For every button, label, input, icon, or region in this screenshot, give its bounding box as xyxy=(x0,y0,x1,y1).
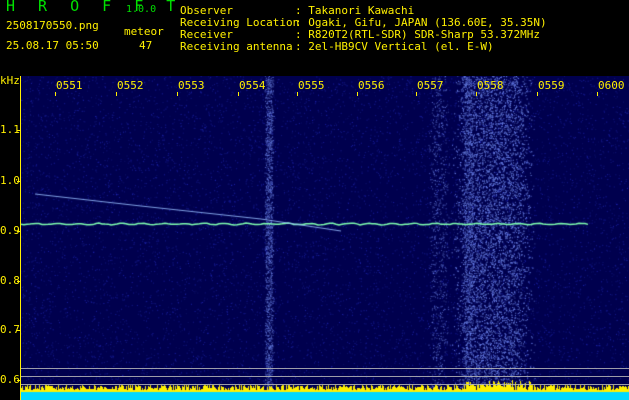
x-tick-label: 0559 xyxy=(538,79,565,92)
hrofft-screen: { "app": {"name": "H R O F F T", "versio… xyxy=(0,0,629,400)
grid-line xyxy=(21,376,629,377)
y-tick xyxy=(17,380,21,381)
grid-line xyxy=(21,368,629,369)
spectrogram-plot xyxy=(21,76,629,400)
x-tick-label: 0554 xyxy=(239,79,266,92)
y-tick xyxy=(17,181,21,182)
y-tick xyxy=(17,281,21,282)
y-unit-label: kHz xyxy=(0,74,20,87)
x-tick xyxy=(416,92,417,96)
x-tick-label: 0557 xyxy=(417,79,444,92)
spectrogram-canvas xyxy=(21,76,629,400)
x-tick-label: 0556 xyxy=(358,79,385,92)
x-tick xyxy=(238,92,239,96)
x-tick-label: 0551 xyxy=(56,79,83,92)
app-version: 1.0.0 xyxy=(126,4,157,15)
meteor-label: meteor xyxy=(124,25,164,38)
x-tick xyxy=(297,92,298,96)
x-tick-label: 0558 xyxy=(477,79,504,92)
x-tick-label: 0553 xyxy=(178,79,205,92)
x-tick xyxy=(177,92,178,96)
x-tick xyxy=(597,92,598,96)
grid-line xyxy=(21,384,629,385)
x-tick-label: 0555 xyxy=(298,79,325,92)
x-tick-label: 0552 xyxy=(117,79,144,92)
y-tick xyxy=(17,231,21,232)
timestamp: 25.08.17 05:50 xyxy=(6,39,99,52)
file-name: 2508170550.png xyxy=(6,19,99,32)
x-tick xyxy=(55,92,56,96)
meteor-count: 47 xyxy=(139,39,153,52)
antenna-label: Receiving antenna xyxy=(180,40,293,53)
x-tick xyxy=(476,92,477,96)
x-tick xyxy=(116,92,117,96)
x-tick xyxy=(357,92,358,96)
y-tick xyxy=(17,330,21,331)
x-tick xyxy=(537,92,538,96)
x-tick-label: 0600 xyxy=(598,79,625,92)
y-tick xyxy=(17,130,21,131)
antenna-value: : 2el-HB9CV Vertical (el. E-W) xyxy=(295,40,494,53)
